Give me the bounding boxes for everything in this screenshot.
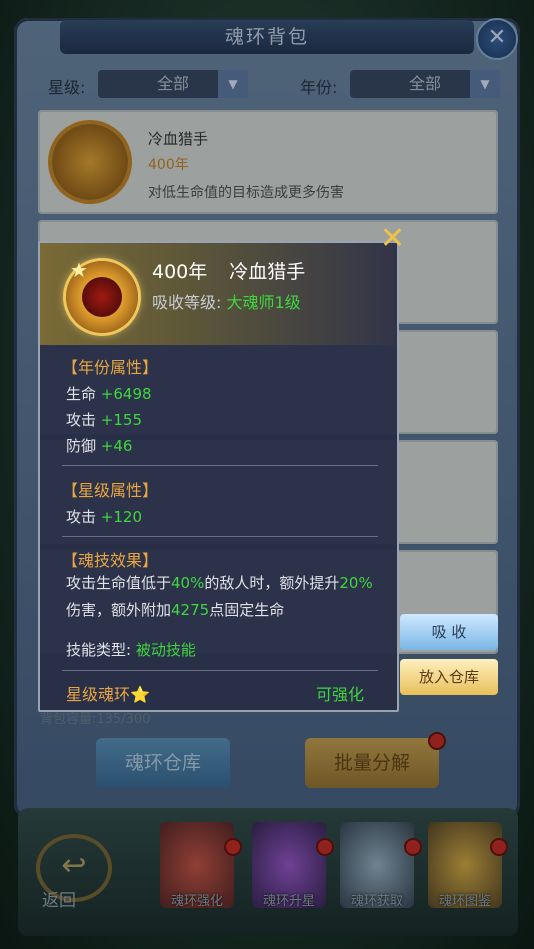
- attr-row: 攻击 +155: [66, 409, 142, 430]
- skill-effect-desc: 攻击生命值低于40%的敌人时，额外提升20%伤害，额外附加4275点固定生命: [66, 574, 373, 619]
- divider: [62, 536, 378, 537]
- attr-row: 攻击 +120: [66, 506, 142, 527]
- absorb-label: 吸收等级:: [152, 293, 222, 312]
- ring-name: 冷血猎手: [229, 261, 306, 283]
- attr-row: 防御 +46: [66, 435, 132, 456]
- star-icon: ⭐: [130, 685, 150, 704]
- attr-label: 攻击: [66, 508, 97, 526]
- star-attr-title: 【星级属性】: [62, 481, 159, 500]
- star-icon: ★: [70, 258, 88, 282]
- absorb-value: 大魂师1级: [226, 293, 301, 312]
- divider: [62, 670, 378, 671]
- store-button[interactable]: 放入仓库: [400, 659, 498, 695]
- divider: [62, 465, 378, 466]
- star-ring-label: 星级魂环⭐: [66, 685, 150, 704]
- attr-row: 生命 +6498: [66, 383, 152, 404]
- enhance-status[interactable]: 可强化: [316, 681, 364, 705]
- ring-year: 400年: [152, 261, 208, 283]
- popup-title: 400年 冷血猎手: [152, 257, 305, 284]
- absorb-button[interactable]: 吸 收: [400, 614, 498, 650]
- skill-type: 技能类型: 被动技能: [66, 639, 196, 660]
- skill-effect-title: 【魂技效果】: [62, 551, 159, 570]
- attr-value: +155: [100, 411, 142, 429]
- attr-label: 生命: [66, 385, 97, 403]
- absorb-level: 吸收等级: 大魂师1级: [152, 289, 301, 313]
- skill-type-value: 被动技能: [135, 641, 196, 659]
- skill-type-label: 技能类型:: [66, 641, 132, 659]
- year-attr-title: 【年份属性】: [62, 358, 159, 377]
- attr-value: +6498: [100, 385, 152, 403]
- attr-label: 防御: [66, 437, 97, 455]
- attr-value: +46: [100, 437, 133, 455]
- close-icon[interactable]: ✕: [380, 224, 405, 254]
- ring-detail-popup: ★ 400年 冷血猎手 吸收等级: 大魂师1级 【年份属性】 生命 +6498 攻…: [38, 241, 399, 712]
- attr-label: 攻击: [66, 411, 97, 429]
- attr-value: +120: [100, 508, 142, 526]
